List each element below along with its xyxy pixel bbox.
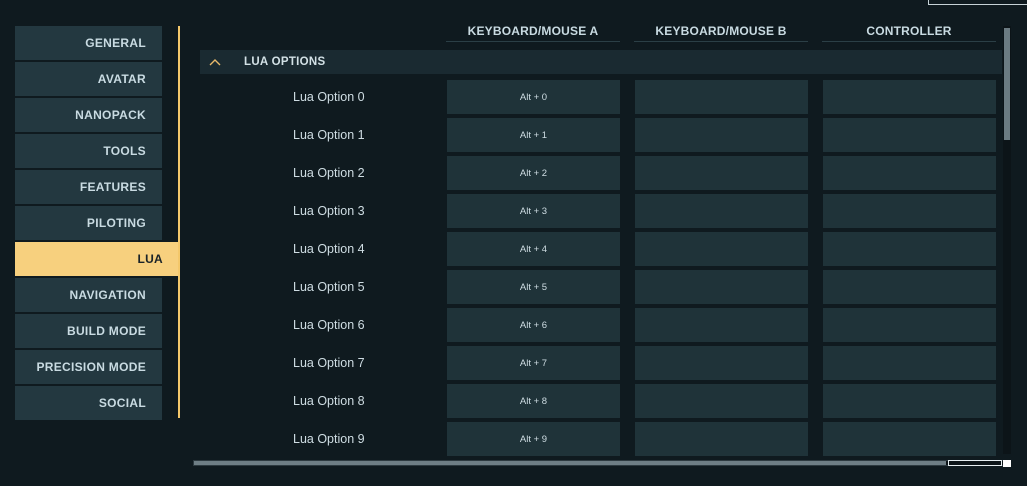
binding-kbm-b[interactable] bbox=[635, 422, 808, 456]
binding-kbm-b[interactable] bbox=[635, 80, 808, 114]
option-label: Lua Option 2 bbox=[293, 166, 365, 180]
scrollbar-corner bbox=[1003, 460, 1011, 467]
binding-kbm-a[interactable]: Alt + 9 bbox=[447, 422, 620, 456]
sidebar-item-lua[interactable]: LUA bbox=[15, 242, 179, 276]
binding-kbm-b[interactable] bbox=[635, 384, 808, 418]
sidebar-item-social[interactable]: SOCIAL bbox=[15, 386, 162, 420]
section-header-lua-options[interactable]: LUA OPTIONS bbox=[200, 50, 1002, 74]
binding-kbm-b[interactable] bbox=[635, 156, 808, 190]
window-frame-corner bbox=[928, 0, 1027, 5]
list-item: Lua Option 9 Alt + 9 bbox=[200, 422, 1002, 456]
binding-controller[interactable] bbox=[823, 270, 996, 304]
section-title: LUA OPTIONS bbox=[244, 56, 326, 68]
sidebar-item-label: PRECISION MODE bbox=[36, 360, 146, 374]
option-label: Lua Option 3 bbox=[293, 204, 365, 218]
binding-controller[interactable] bbox=[823, 384, 996, 418]
binding-kbm-a[interactable]: Alt + 1 bbox=[447, 118, 620, 152]
binding-kbm-a[interactable]: Alt + 2 bbox=[447, 156, 620, 190]
option-label: Lua Option 5 bbox=[293, 280, 365, 294]
list-item: Lua Option 4 Alt + 4 bbox=[200, 232, 1002, 266]
list-item: Lua Option 0 Alt + 0 bbox=[200, 80, 1002, 114]
sidebar-item-nanopack[interactable]: NANOPACK bbox=[15, 98, 162, 132]
sidebar-item-label: TOOLS bbox=[103, 144, 146, 158]
binding-controller[interactable] bbox=[823, 308, 996, 342]
binding-kbm-b[interactable] bbox=[635, 270, 808, 304]
option-label: Lua Option 4 bbox=[293, 242, 365, 256]
list-item: Lua Option 8 Alt + 8 bbox=[200, 384, 1002, 418]
sidebar-item-label: NANOPACK bbox=[75, 108, 146, 122]
binding-kbm-b[interactable] bbox=[635, 308, 808, 342]
list-item: Lua Option 3 Alt + 3 bbox=[200, 194, 1002, 228]
horizontal-scrollbar-end bbox=[948, 460, 1002, 466]
binding-controller[interactable] bbox=[823, 80, 996, 114]
sidebar-item-label: GENERAL bbox=[85, 36, 146, 50]
category-sidebar: GENERAL AVATAR NANOPACK TOOLS FEATURES P… bbox=[15, 26, 179, 422]
binding-kbm-a[interactable]: Alt + 5 bbox=[447, 270, 620, 304]
binding-kbm-a[interactable]: Alt + 4 bbox=[447, 232, 620, 266]
binding-kbm-a[interactable]: Alt + 3 bbox=[447, 194, 620, 228]
sidebar-item-navigation[interactable]: NAVIGATION bbox=[15, 278, 162, 312]
binding-controller[interactable] bbox=[823, 422, 996, 456]
list-item: Lua Option 5 Alt + 5 bbox=[200, 270, 1002, 304]
sidebar-item-label: AVATAR bbox=[97, 72, 146, 86]
sidebar-item-label: NAVIGATION bbox=[69, 288, 146, 302]
sidebar-item-build-mode[interactable]: BUILD MODE bbox=[15, 314, 162, 348]
sidebar-item-label: FEATURES bbox=[79, 180, 146, 194]
sidebar-item-label: BUILD MODE bbox=[67, 324, 146, 338]
binding-controller[interactable] bbox=[823, 194, 996, 228]
sidebar-item-avatar[interactable]: AVATAR bbox=[15, 62, 162, 96]
option-label: Lua Option 0 bbox=[293, 90, 365, 104]
sidebar-item-label: SOCIAL bbox=[98, 396, 146, 410]
sidebar-item-precision-mode[interactable]: PRECISION MODE bbox=[15, 350, 162, 384]
binding-kbm-a[interactable]: Alt + 0 bbox=[447, 80, 620, 114]
option-label: Lua Option 6 bbox=[293, 318, 365, 332]
sidebar-item-general[interactable]: GENERAL bbox=[15, 26, 162, 60]
binding-kbm-a[interactable]: Alt + 6 bbox=[447, 308, 620, 342]
vertical-scrollbar-thumb[interactable] bbox=[1004, 28, 1010, 140]
binding-kbm-b[interactable] bbox=[635, 346, 808, 380]
binding-kbm-b[interactable] bbox=[635, 118, 808, 152]
horizontal-scrollbar-thumb[interactable] bbox=[194, 461, 946, 465]
sidebar-item-features[interactable]: FEATURES bbox=[15, 170, 162, 204]
list-item: Lua Option 6 Alt + 6 bbox=[200, 308, 1002, 342]
binding-controller[interactable] bbox=[823, 346, 996, 380]
sidebar-item-label: LUA bbox=[137, 252, 163, 266]
column-header-kbm-b: KEYBOARD/MOUSE B bbox=[634, 24, 808, 42]
list-item: Lua Option 7 Alt + 7 bbox=[200, 346, 1002, 380]
sidebar-divider bbox=[178, 26, 180, 418]
option-label: Lua Option 7 bbox=[293, 356, 365, 370]
list-item: Lua Option 2 Alt + 2 bbox=[200, 156, 1002, 190]
column-header-controller: CONTROLLER bbox=[822, 24, 996, 42]
column-header-kbm-a: KEYBOARD/MOUSE A bbox=[446, 24, 620, 42]
binding-kbm-a[interactable]: Alt + 7 bbox=[447, 346, 620, 380]
binding-controller[interactable] bbox=[823, 232, 996, 266]
chevron-up-icon[interactable] bbox=[200, 55, 230, 69]
sidebar-item-label: PILOTING bbox=[86, 216, 146, 230]
binding-kbm-b[interactable] bbox=[635, 194, 808, 228]
sidebar-item-tools[interactable]: TOOLS bbox=[15, 134, 162, 168]
list-item: Lua Option 1 Alt + 1 bbox=[200, 118, 1002, 152]
binding-kbm-a[interactable]: Alt + 8 bbox=[447, 384, 620, 418]
binding-controller[interactable] bbox=[823, 118, 996, 152]
binding-kbm-b[interactable] bbox=[635, 232, 808, 266]
option-label: Lua Option 1 bbox=[293, 128, 365, 142]
binding-controller[interactable] bbox=[823, 156, 996, 190]
sidebar-item-piloting[interactable]: PILOTING bbox=[15, 206, 162, 240]
option-label: Lua Option 8 bbox=[293, 394, 365, 408]
option-label: Lua Option 9 bbox=[293, 432, 365, 446]
